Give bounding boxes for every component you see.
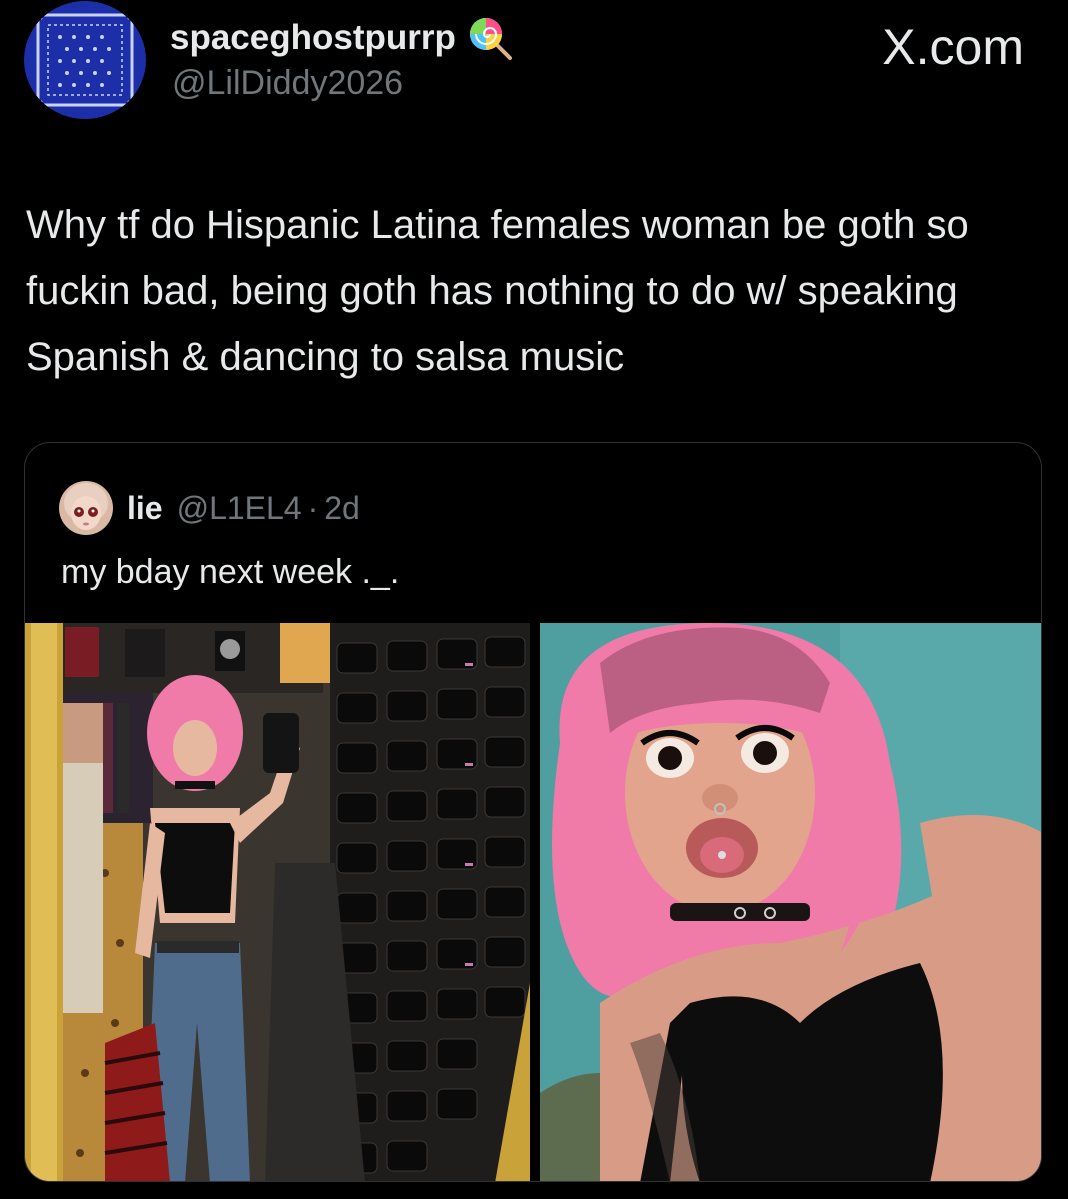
closeup-selfie-photo[interactable] [540,623,1041,1181]
meta-separator: · [307,489,319,526]
tweet-text: Why tf do Hispanic Latina females woman … [26,203,969,379]
quoted-tweet-card[interactable]: lie @L1EL4 · 2d my bday next week ._. [24,442,1042,1182]
quoted-display-name[interactable]: lie [127,490,163,527]
quoted-tweet-header: lie @L1EL4 · 2d [59,481,360,535]
user-handle[interactable]: @LilDiddy2026 [172,64,403,103]
quoted-avatar[interactable] [59,481,113,535]
avatar[interactable] [24,1,146,119]
quoted-tweet-text: my bday next week ._. [61,553,400,591]
quoted-handle[interactable]: @L1EL4 [177,490,302,527]
site-logo[interactable]: X.com [882,18,1024,76]
quoted-timestamp[interactable]: 2d [324,490,360,527]
mirror-selfie-photo[interactable] [25,623,530,1181]
bandana-avatar-icon [24,1,146,119]
display-name[interactable]: spaceghostpurrp [170,14,514,62]
display-name-label: spaceghostpurrp [170,18,456,57]
doll-avatar-icon [59,481,113,535]
lollipop-icon [466,14,514,62]
tweet-screenshot: { "tweet": { "display_name": "spaceghost… [0,0,1068,1199]
